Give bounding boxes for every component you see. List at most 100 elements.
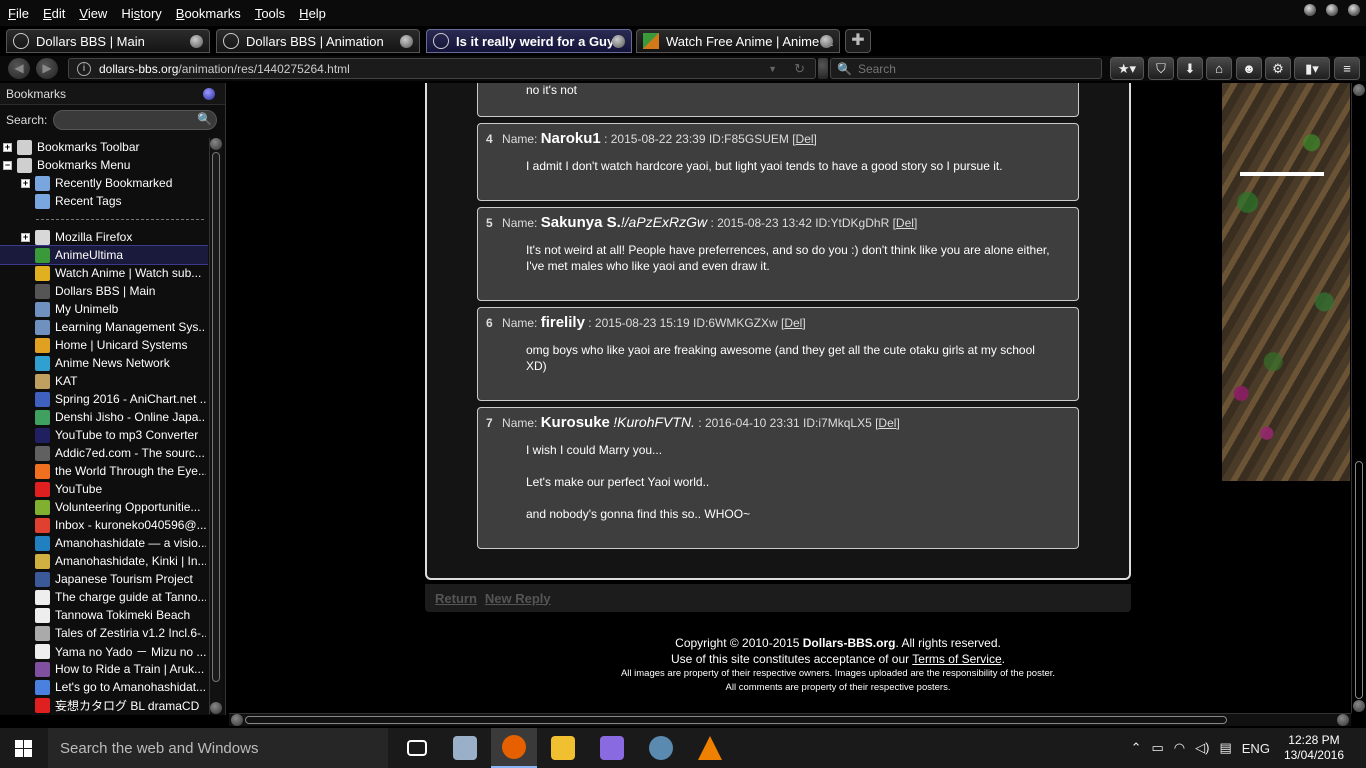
page-vertical-scrollbar[interactable] xyxy=(1351,83,1365,713)
scroll-left-arrow[interactable] xyxy=(231,714,243,726)
delete-link[interactable]: Del xyxy=(896,216,914,230)
bookmark-item[interactable]: + Recently Bookmarked xyxy=(0,174,208,192)
search-bar[interactable]: 🔍 xyxy=(830,58,1102,79)
tab-watch-anime[interactable]: Watch Free Anime | Anime ... xyxy=(636,29,840,53)
taskbar-app-firefox[interactable] xyxy=(491,728,537,768)
expand-icon[interactable]: + xyxy=(3,142,12,152)
expand-icon[interactable]: + xyxy=(21,178,30,188)
taskbar-app-steam[interactable] xyxy=(638,728,684,768)
bookmark-item[interactable]: YouTube xyxy=(0,480,208,498)
tab-close-icon[interactable] xyxy=(612,35,625,48)
menu-bookmarks[interactable]: Bookmarks xyxy=(176,6,241,21)
scroll-thumb[interactable] xyxy=(245,716,1227,724)
return-link[interactable]: Return xyxy=(435,591,477,606)
bookmark-item[interactable]: How to Ride a Train | Aruk... xyxy=(0,660,208,678)
bookmark-item[interactable]: Amanohashidate, Kinki | In... xyxy=(0,552,208,570)
delete-link[interactable]: Del xyxy=(878,416,896,430)
bookmark-item[interactable]: My Unimelb xyxy=(0,300,208,318)
taskbar-app-task-view[interactable] xyxy=(394,728,440,768)
menu-help[interactable]: Help xyxy=(299,6,326,21)
menu-tools[interactable]: Tools xyxy=(255,6,285,21)
language-indicator[interactable]: ENG xyxy=(1242,741,1270,756)
sidebar-scrollbar[interactable] xyxy=(209,138,222,714)
notification-icon[interactable]: ▤ xyxy=(1219,740,1231,756)
taskbar-app-vlc[interactable] xyxy=(687,728,733,768)
forward-button[interactable]: ▶ xyxy=(36,58,58,79)
new-tab-button[interactable]: ✚ xyxy=(845,29,871,53)
pocket-icon[interactable]: ⛉ xyxy=(1148,57,1174,80)
bookmark-item[interactable]: − Bookmarks Menu xyxy=(0,156,208,174)
taskbar-search[interactable]: Search the web and Windows xyxy=(48,728,388,768)
bookmark-item[interactable]: Denshi Jisho - Online Japa... xyxy=(0,408,208,426)
emoji-icon[interactable]: ☻ xyxy=(1236,57,1262,80)
bookmark-item[interactable]: Tales of Zestiria v1.2 Incl.6-... xyxy=(0,624,208,642)
menu-history[interactable]: History xyxy=(121,6,161,21)
bookmark-star-button[interactable]: ★▾ xyxy=(1110,57,1144,80)
clock[interactable]: 12:28 PM 13/04/2016 xyxy=(1284,733,1344,763)
bookmark-item[interactable]: KAT xyxy=(0,372,208,390)
scroll-thumb[interactable] xyxy=(1355,461,1363,699)
bookmark-item[interactable]: + Mozilla Firefox xyxy=(0,228,208,246)
bookmark-item[interactable]: AnimeUltima xyxy=(0,245,208,265)
bookmark-item[interactable]: Tannowa Tokimeki Beach xyxy=(0,606,208,624)
bookmark-item[interactable]: Yama no Yado － Mizu no ... xyxy=(0,642,208,660)
menu-edit[interactable]: Edit xyxy=(43,6,65,21)
bookmark-item[interactable]: Anime News Network xyxy=(0,354,208,372)
scroll-up-arrow[interactable] xyxy=(1353,84,1365,96)
close-window-button[interactable] xyxy=(1348,4,1360,16)
bookmark-item[interactable]: Watch Anime | Watch sub... xyxy=(0,264,208,282)
page-horizontal-scrollbar[interactable] xyxy=(229,713,1351,726)
hamburger-menu-icon[interactable]: ≡ xyxy=(1334,57,1360,80)
delete-link[interactable]: Del xyxy=(784,316,802,330)
site-info-icon[interactable]: i xyxy=(77,61,91,76)
back-button[interactable]: ◀ xyxy=(8,58,30,79)
bookmark-item[interactable]: the World Through the Eye... xyxy=(0,462,208,480)
url-dropdown-icon[interactable]: ▼ xyxy=(768,64,777,74)
bookmark-item[interactable]: Home | Unicard Systems xyxy=(0,336,208,354)
bookmark-item[interactable]: The charge guide at Tanno... xyxy=(0,588,208,606)
bookmark-item[interactable]: Dollars BBS | Main xyxy=(0,282,208,300)
windows-start-icon[interactable] xyxy=(15,740,32,757)
bookmark-item[interactable]: Japanese Tourism Project xyxy=(0,570,208,588)
terms-of-service-link[interactable]: Terms of Service xyxy=(912,652,1001,666)
collapse-icon[interactable]: − xyxy=(3,160,12,170)
bookmark-item[interactable]: 妄想カタログ BL dramaCD【... xyxy=(0,696,208,714)
scroll-down-arrow[interactable] xyxy=(210,702,222,714)
search-input[interactable] xyxy=(857,61,1088,76)
bookmark-item[interactable]: Inbox - kuroneko040596@... xyxy=(0,516,208,534)
downloads-icon[interactable]: ⬇ xyxy=(1177,57,1203,80)
search-engine-handle[interactable] xyxy=(818,58,828,79)
maximize-button[interactable] xyxy=(1326,4,1338,16)
tab-active-thread[interactable]: Is it really weird for a Guy... xyxy=(426,29,632,53)
scroll-right-arrow[interactable] xyxy=(1337,714,1349,726)
new-reply-link[interactable]: New Reply xyxy=(485,591,551,606)
expand-icon[interactable]: + xyxy=(21,232,30,242)
home-icon[interactable]: ⌂ xyxy=(1206,57,1232,80)
tab-close-icon[interactable] xyxy=(400,35,413,48)
taskbar-app-file-explorer[interactable] xyxy=(540,728,586,768)
scroll-thumb[interactable] xyxy=(212,152,220,682)
wifi-icon[interactable]: ◠ xyxy=(1174,740,1185,756)
menu-file[interactable]: File xyxy=(8,6,29,21)
tab-close-icon[interactable] xyxy=(820,35,833,48)
chevron-up-icon[interactable]: ⌃ xyxy=(1131,740,1142,756)
delete-link[interactable]: Del xyxy=(796,132,814,146)
tab-close-icon[interactable] xyxy=(190,35,203,48)
extension-icon[interactable]: ⚙ xyxy=(1265,57,1291,80)
volume-icon[interactable]: ◁) xyxy=(1195,740,1209,756)
menu-view[interactable]: View xyxy=(79,6,107,21)
bookmark-item[interactable]: Let's go to Amanohashidat... xyxy=(0,678,208,696)
bookmark-item[interactable]: Volunteering Opportunitie... xyxy=(0,498,208,516)
taskbar-app-photos[interactable] xyxy=(442,728,488,768)
url-bar[interactable]: i dollars-bbs.org/animation/res/14402752… xyxy=(68,58,816,79)
bookmark-item[interactable]: Learning Management Sys... xyxy=(0,318,208,336)
bookmark-item[interactable]: Amanohashidate — a visio... xyxy=(0,534,208,552)
battery-icon[interactable]: ▭ xyxy=(1152,740,1164,756)
sidebar-search-input[interactable]: 🔍 xyxy=(53,110,218,130)
scroll-up-arrow[interactable] xyxy=(210,138,222,150)
reload-icon[interactable]: ↻ xyxy=(794,61,805,77)
scroll-down-arrow[interactable] xyxy=(1353,700,1365,712)
sidebar-close-icon[interactable] xyxy=(203,88,215,100)
bookmark-item[interactable]: Addic7ed.com - The sourc... xyxy=(0,444,208,462)
bookmark-item[interactable]: + Bookmarks Toolbar xyxy=(0,138,208,156)
